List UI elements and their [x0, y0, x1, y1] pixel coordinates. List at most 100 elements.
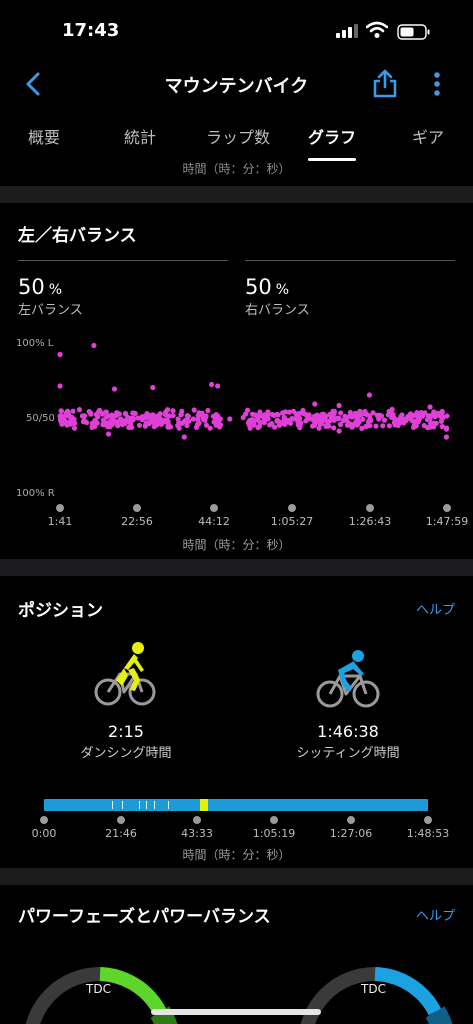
- power-phase-title: パワーフェーズとパワーバランス: [18, 907, 271, 927]
- balance-point: [297, 424, 303, 430]
- balance-point: [209, 381, 215, 388]
- balance-point: [136, 422, 143, 428]
- left-balance-label: 左バランス: [18, 303, 83, 318]
- balance-point: [162, 417, 168, 423]
- power-phase-help-link[interactable]: ヘルプ: [416, 905, 455, 924]
- share-icon[interactable]: [372, 68, 398, 98]
- balance-point: [347, 413, 353, 419]
- balance-point: [345, 420, 351, 426]
- balance-point: [443, 434, 450, 440]
- standing-marker: [154, 801, 155, 809]
- balance-point: [70, 408, 76, 414]
- x-tick-label: 44:12: [198, 515, 230, 528]
- balance-point: [80, 419, 86, 425]
- balance-point: [297, 415, 303, 421]
- balance-point: [342, 413, 348, 419]
- x-tick-dot: [288, 504, 296, 512]
- navigation-bar: マウンテンバイク: [0, 62, 473, 106]
- balance-point: [68, 415, 75, 421]
- balance-point: [326, 418, 333, 424]
- balance-point: [150, 384, 156, 391]
- tab-laps[interactable]: ラップ数: [206, 124, 270, 148]
- tab-overview[interactable]: 概要: [28, 124, 60, 148]
- balance-point: [282, 409, 289, 415]
- balance-point: [417, 415, 423, 421]
- balance-point: [366, 392, 372, 398]
- balance-x-caption: 時間（時：分：秒）: [182, 538, 291, 552]
- balance-point: [63, 419, 69, 425]
- balance-point: [95, 414, 101, 420]
- balance-point: [65, 410, 71, 416]
- balance-point: [158, 421, 164, 427]
- balance-point: [316, 425, 322, 431]
- wifi-icon: [366, 21, 388, 38]
- balance-point: [184, 418, 190, 424]
- balance-point: [227, 416, 233, 422]
- balance-point: [181, 434, 187, 440]
- tab-bar: 概要 統計 ラップ数 グラフ ギア: [0, 118, 473, 162]
- balance-point: [282, 421, 288, 427]
- balance-point: [373, 423, 379, 429]
- standing-time: 2:15: [108, 722, 144, 741]
- x-tick-label: 1:26:43: [348, 515, 392, 528]
- balance-point: [57, 351, 63, 358]
- balance-point: [427, 404, 433, 410]
- balance-point: [337, 421, 344, 428]
- balance-point: [272, 424, 278, 430]
- balance-point: [99, 411, 106, 417]
- balance-point: [401, 417, 407, 423]
- balance-point: [205, 407, 211, 414]
- tab-gear[interactable]: ギア: [412, 124, 444, 148]
- sitting-label: シッティング時間: [296, 746, 400, 761]
- standing-cyclist-icon: [94, 642, 156, 706]
- right-balance-unit: %: [275, 282, 290, 298]
- balance-point: [162, 412, 168, 418]
- x-tick-label: 1:48:53: [406, 827, 450, 840]
- balance-point: [125, 415, 131, 421]
- balance-point: [122, 410, 128, 417]
- balance-point: [191, 407, 197, 413]
- sitting-cyclist-icon: [316, 650, 380, 708]
- balance-point: [338, 410, 344, 416]
- balance-point: [202, 417, 208, 423]
- balance-point: [207, 425, 213, 431]
- more-vertical-icon[interactable]: [430, 70, 444, 98]
- x-tick-dot: [193, 816, 201, 824]
- balance-point: [81, 413, 88, 419]
- x-tick-dot: [366, 504, 374, 512]
- balance-point: [101, 420, 107, 426]
- balance-point: [193, 424, 200, 430]
- left-balance-number: 50: [18, 275, 45, 299]
- balance-point: [406, 415, 412, 421]
- right-balance-number: 50: [245, 275, 272, 299]
- balance-point: [421, 422, 427, 429]
- balance-scatter-chart: [57, 342, 450, 440]
- left-gauge-tdc-label: TDC: [86, 982, 111, 996]
- x-tick-label: 1:47:59: [425, 515, 469, 528]
- balance-point: [211, 419, 217, 425]
- cellular-signal-icon: [336, 24, 358, 38]
- tab-stats[interactable]: 統計: [124, 124, 156, 148]
- standing-marker: [122, 801, 123, 809]
- balance-point: [257, 420, 264, 426]
- balance-point: [336, 428, 342, 434]
- balance-point: [418, 410, 424, 416]
- balance-point: [167, 424, 174, 430]
- section-divider: [0, 868, 473, 885]
- right-gauge-peak: [425, 1006, 453, 1024]
- balance-point: [304, 413, 310, 419]
- balance-point: [115, 423, 121, 429]
- position-help-link[interactable]: ヘルプ: [416, 599, 455, 618]
- x-tick-label: 1:27:06: [329, 827, 373, 840]
- tab-graph[interactable]: グラフ: [308, 124, 356, 148]
- x-tick-label: 22:56: [121, 515, 153, 528]
- balance-point: [176, 425, 182, 431]
- page-title: マウンテンバイク: [164, 76, 309, 97]
- balance-point: [176, 419, 182, 426]
- balance-point: [257, 409, 263, 415]
- balance-point: [184, 413, 191, 419]
- balance-point: [367, 423, 373, 429]
- balance-point: [316, 413, 322, 419]
- balance-point: [91, 342, 97, 349]
- home-indicator[interactable]: [151, 1009, 321, 1015]
